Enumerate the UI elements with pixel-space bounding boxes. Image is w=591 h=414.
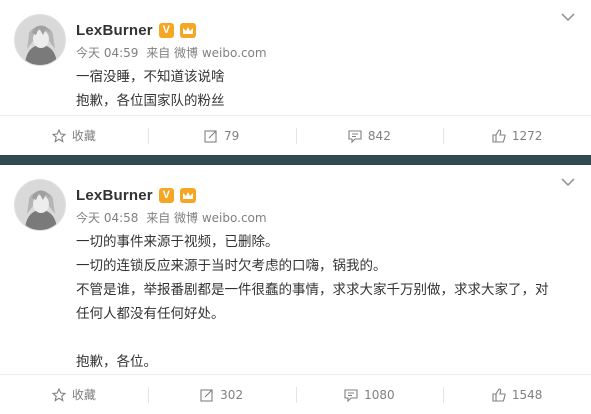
post-divider (0, 155, 591, 165)
weibo-post: LexBurner V 今天 04:59 来自 微博 weibo.com 一宿没… (0, 0, 591, 155)
avatar[interactable] (14, 14, 66, 66)
verified-badge-icon: V (158, 187, 174, 203)
post-content: 一切的事件来源于视频，已删除。 一切的连锁反应来源于当时欠考虑的口嗨，锅我的。 … (76, 230, 576, 374)
post-line: 抱歉，各位。 (76, 354, 157, 370)
post-time[interactable]: 今天 04:59 (76, 46, 138, 60)
verified-badge-icon: V (158, 22, 174, 38)
repost-count: 302 (220, 387, 244, 402)
weibo-post: LexBurner V 今天 04:58 来自 微博 weibo.com 一切的… (0, 165, 591, 414)
comment-icon (344, 388, 358, 402)
repost-button[interactable]: 302 (147, 375, 296, 414)
comment-button[interactable]: 1080 (295, 375, 444, 414)
repost-icon (204, 129, 217, 143)
chevron-down-icon[interactable] (561, 12, 575, 22)
post-meta: 今天 04:58 来自 微博 weibo.com (76, 209, 271, 226)
action-bar: 收藏 79 842 1272 (0, 115, 591, 155)
star-icon (51, 387, 66, 402)
user-info: LexBurner V (76, 20, 196, 40)
like-button[interactable]: 1548 (443, 375, 591, 414)
repost-icon (200, 388, 213, 402)
comment-count: 842 (367, 128, 391, 143)
favorite-button[interactable]: 收藏 (0, 375, 148, 414)
avatar[interactable] (14, 179, 66, 231)
repost-count: 79 (223, 128, 240, 143)
username[interactable]: LexBurner (76, 22, 153, 39)
post-line (76, 326, 576, 350)
repost-button[interactable]: 79 (147, 116, 296, 155)
post-line: 一切的事件来源于视频，已删除。 (76, 234, 279, 250)
crown-icon (179, 187, 196, 203)
comment-icon (348, 129, 362, 143)
username[interactable]: LexBurner (76, 187, 153, 204)
comment-button[interactable]: 842 (295, 116, 444, 155)
favorite-label: 收藏 (71, 129, 96, 143)
post-source: 来自 微博 weibo.com (146, 211, 267, 225)
post-time[interactable]: 今天 04:58 (76, 211, 138, 225)
star-icon (51, 128, 66, 143)
post-line: 一宿没睡，不知道该说啥 (76, 69, 225, 85)
chevron-down-icon[interactable] (561, 177, 575, 187)
post-content: 一宿没睡，不知道该说啥 抱歉，各位国家队的粉丝 (76, 65, 576, 113)
post-meta: 今天 04:59 来自 微博 weibo.com (76, 44, 271, 61)
favorite-label: 收藏 (71, 388, 96, 402)
like-count: 1548 (511, 387, 543, 402)
post-line: 不管是谁，举报番剧都是一件很蠢的事情，求求大家千万别做，求求大家了，对 (76, 282, 549, 298)
post-line: 任何人都没有任何好处。 (76, 306, 225, 322)
post-source: 来自 微博 weibo.com (146, 46, 267, 60)
user-info: LexBurner V (76, 185, 196, 205)
comment-count: 1080 (364, 387, 395, 402)
like-count: 1272 (511, 128, 543, 143)
crown-icon (179, 22, 196, 38)
post-line: 抱歉，各位国家队的粉丝 (76, 93, 225, 109)
favorite-button[interactable]: 收藏 (0, 116, 148, 155)
post-line: 一切的连锁反应来源于当时欠考虑的口嗨，锅我的。 (76, 258, 387, 274)
action-bar: 收藏 302 1080 1548 (0, 374, 591, 414)
like-button[interactable]: 1272 (443, 116, 591, 155)
thumbs-up-icon (492, 128, 506, 143)
thumbs-up-icon (492, 387, 506, 402)
